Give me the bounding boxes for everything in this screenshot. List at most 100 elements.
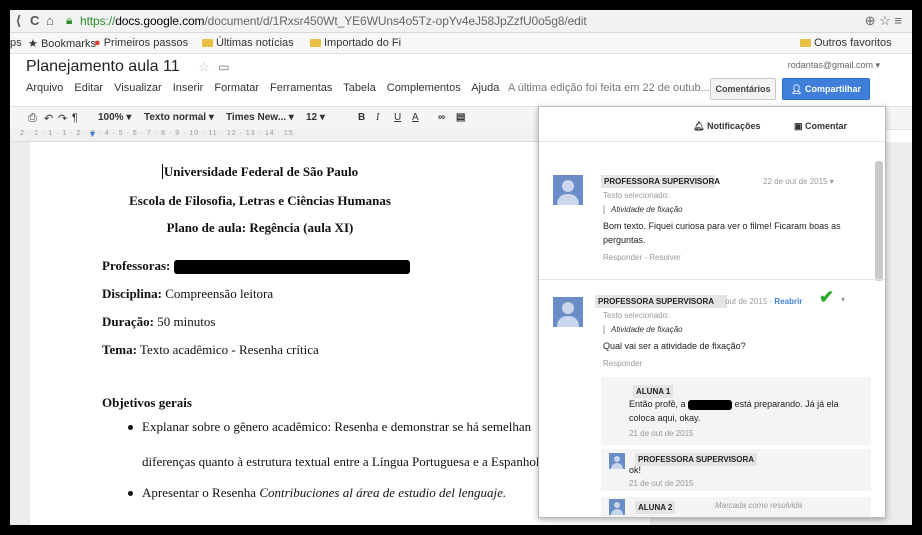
star-icon[interactable]: ☆ <box>198 59 210 74</box>
person-icon: 👤︎ <box>791 84 803 94</box>
comment-date: 22 de out de 2015 ▾ <box>763 177 834 186</box>
notifications-label: Notificações <box>706 121 761 131</box>
url-path: /document/d/1Rxsr450Wt_YE6WUns4o5Tz-opYv… <box>204 14 587 28</box>
menu-arquivo[interactable]: Arquivo <box>26 82 63 94</box>
reply-date: 21 de out de 2015 <box>629 479 694 488</box>
header-plan: Plano de aula: Regência (aula XI) <box>166 220 354 235</box>
menu-visualizar[interactable]: Visualizar <box>114 82 162 94</box>
comment-body: Bom texto. Fiquei curiosa para ver o fil… <box>603 221 841 245</box>
chrome-icon: ● <box>94 37 101 49</box>
undo-icon[interactable]: ↶ <box>44 112 53 125</box>
underline-button[interactable]: U <box>394 112 401 123</box>
bookmark-label: Primeiros passos <box>103 37 189 49</box>
reply-link[interactable]: Responder <box>603 359 642 368</box>
share-button-label: Compartilhar <box>804 84 861 94</box>
redo-icon[interactable]: ↷ <box>58 112 67 125</box>
bookmark-apps[interactable]: ps <box>10 37 22 49</box>
star-icon[interactable]: ☆ <box>879 13 891 28</box>
bold-button[interactable]: B <box>358 112 365 123</box>
bell-icon: 🔔︎ <box>693 121 705 131</box>
selected-text-quote: Atividade de fixação <box>603 325 683 334</box>
bookmark-label: Últimas notícias <box>216 37 294 49</box>
selected-text-label: Texto selecionado: <box>603 311 670 320</box>
zoom-icon[interactable]: ⊕ <box>865 13 876 28</box>
duracao-label: Duração: <box>102 314 154 329</box>
checkmark-icon: ✔ <box>819 287 835 307</box>
address-bar[interactable]: ⟨ C ⌂ 🔒︎ https://docs.google.com/documen… <box>10 10 912 33</box>
comment-author: PROFESSORA SUPERVISORA <box>595 295 727 308</box>
lock-icon: 🔒︎ <box>66 13 73 27</box>
menu-tabela[interactable]: Tabela <box>343 82 375 94</box>
url-domain: docs.google.com <box>115 14 205 28</box>
menu-complementos[interactable]: Complementos <box>387 82 461 94</box>
url-text[interactable]: https://docs.google.com/document/d/1Rxsr… <box>80 14 587 28</box>
zoom-select[interactable]: 100% ▾ <box>98 112 131 123</box>
comment-date-text: 22 de out de 2015 <box>763 177 828 186</box>
menu-icon[interactable]: ≡ <box>894 13 902 28</box>
comments-button[interactable]: Comentários <box>710 78 776 100</box>
bullet1-line1: Explanar sobre o gênero acadêmico: Resen… <box>142 419 532 434</box>
zoom-value: 100% <box>98 112 124 123</box>
duracao-line: Duração: 50 minutos <box>102 314 215 330</box>
font-size-select[interactable]: 12 ▾ <box>306 112 325 123</box>
share-button[interactable]: 👤︎ Compartilhar <box>782 78 870 100</box>
bookmark-bookmarks[interactable]: ★ Bookmarks <box>28 37 96 50</box>
bookmark-label: Importado do Fi <box>324 37 402 49</box>
bookmark-outros-favoritos[interactable]: Outros favoritos <box>800 37 892 49</box>
ruler-numbers: 2 · 1 · 1 · 1 · 2 · 3 · 4 · 5 · 6 · 7 · … <box>20 130 294 137</box>
redacted-block <box>173 260 410 275</box>
document-title-text: Planejamento aula 11 <box>26 58 180 75</box>
home-icon[interactable]: ⌂ <box>46 13 54 28</box>
reply-author: ALUNA 2 <box>635 501 676 514</box>
comments-scrollbar[interactable] <box>875 161 883 281</box>
print-icon[interactable]: ⎙ <box>28 112 37 125</box>
url-protocol: https:// <box>80 14 116 28</box>
comments-panel: 🔔︎ Notificações ▣ Comentar PROFESSORA SU… <box>538 106 886 518</box>
bookmark-ultimas-noticias[interactable]: Últimas notícias <box>202 37 294 49</box>
menu-editar[interactable]: Editar <box>74 82 103 94</box>
reply-resolve-links[interactable]: Responder - Resolver <box>603 253 681 262</box>
selected-text-quote: Atividade de fixação <box>603 205 683 214</box>
notifications-button[interactable]: 🔔︎ Notificações <box>693 121 760 132</box>
folder-move-icon[interactable]: ▭ <box>218 60 229 74</box>
reply-body-prefix: Então profê, a <box>629 399 686 409</box>
bookmark-importado[interactable]: Importado do Fi <box>310 37 401 49</box>
reply-body: ok! <box>629 465 642 475</box>
header-university-text: Universidade Federal de São Paulo <box>163 164 359 179</box>
menu-ferramentas[interactable]: Ferramentas <box>270 82 332 94</box>
text-color-button[interactable]: A <box>412 112 419 123</box>
star-icon: ★ <box>28 38 38 50</box>
menu-ajuda[interactable]: Ajuda <box>471 82 499 94</box>
bookmark-primeiros-passos[interactable]: ● Primeiros passos <box>94 37 188 49</box>
bullet-icon <box>128 425 133 430</box>
bullet2-line: Apresentar o Resenha Contribuciones al á… <box>142 485 506 501</box>
style-select[interactable]: Texto normal ▾ <box>144 112 214 123</box>
last-edit-link[interactable]: A última edição foi feita em 22 de outub… <box>508 82 710 94</box>
header-university: Universidade Federal de São Paulo <box>10 164 570 180</box>
back-icon[interactable]: ⟨ <box>16 13 21 29</box>
reload-icon[interactable]: C <box>30 13 39 28</box>
comment-button[interactable]: ▣ Comentar <box>794 121 847 132</box>
font-value: Times New... <box>226 112 287 123</box>
comment-icon[interactable]: ▤ <box>456 112 465 123</box>
reply-author: PROFESSORA SUPERVISORA <box>635 453 758 466</box>
paint-format-icon[interactable]: ¶ <box>72 112 78 124</box>
resolved-status: Marcada como resolvida <box>715 501 803 510</box>
italic-button[interactable]: I <box>376 112 379 123</box>
reopen-link[interactable]: Reabrir <box>774 297 802 306</box>
disciplina-value: Compreensão leitora <box>161 286 274 301</box>
bookmark-label: Outros favoritos <box>814 37 892 49</box>
reply-date: 21 de out de 2015 <box>629 429 694 438</box>
menu-formatar[interactable]: Formatar <box>214 82 259 94</box>
link-icon[interactable]: ∞ <box>438 112 445 123</box>
professoras-line: Professoras: <box>102 258 410 275</box>
user-email[interactable]: rodantas@gmail.com ▾ <box>788 60 880 71</box>
menu-inserir[interactable]: Inserir <box>173 82 204 94</box>
bullet2-italic: Contribuciones al área de estudio del le… <box>259 485 507 500</box>
font-select[interactable]: Times New... ▾ <box>226 112 294 123</box>
ruler[interactable]: 2 · 1 · 1 · 1 · 2 · 3 · 4 · 5 · 6 · 7 · … <box>10 129 540 142</box>
chevron-down-icon[interactable]: ▾ <box>841 295 845 304</box>
folder-icon <box>800 39 811 47</box>
document-title[interactable]: Planejamento aula 11 ☆ ▭ <box>26 58 230 76</box>
indent-marker-icon[interactable]: ▼ <box>88 129 97 139</box>
